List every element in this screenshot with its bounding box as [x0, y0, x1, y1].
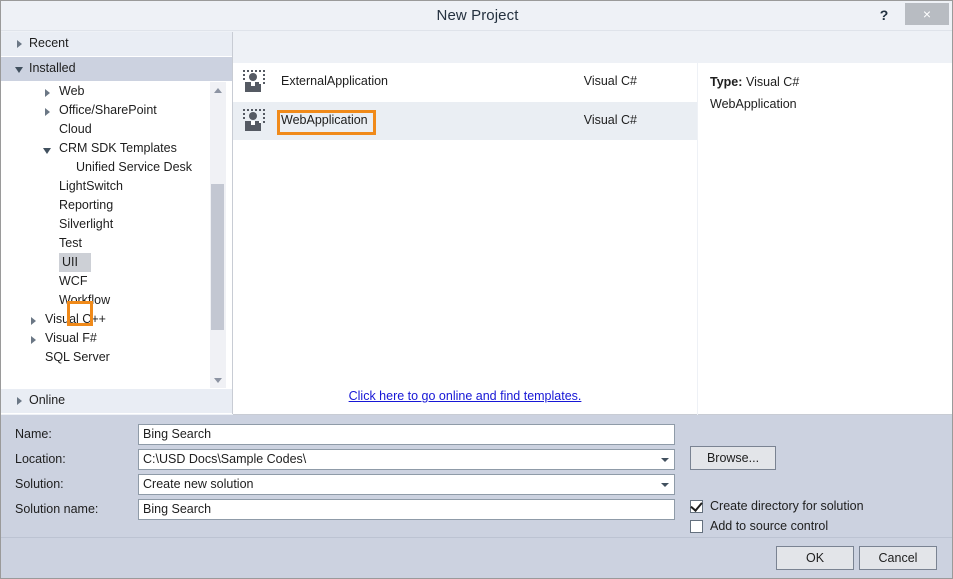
template-language: Visual C# [583, 113, 637, 127]
sidebar-group-online[interactable]: Online [1, 389, 232, 413]
chevron-right-icon [17, 40, 22, 48]
help-icon[interactable]: ? [872, 3, 896, 27]
chevron-right-icon [45, 89, 50, 97]
sidebar-item-sql-server[interactable]: SQL Server [1, 348, 217, 367]
sidebar-item-label: WCF [59, 274, 88, 288]
browse-button[interactable]: Browse... [690, 446, 776, 470]
chevron-right-icon [31, 317, 36, 325]
list-item[interactable]: WebApplication Visual C# [233, 102, 697, 140]
checkbox-box [690, 520, 703, 533]
sidebar-item-office-sharepoint[interactable]: Office/SharePoint [1, 101, 217, 120]
chevron-down-icon[interactable] [661, 458, 669, 462]
template-name: WebApplication [281, 113, 368, 127]
templates-sidebar: Recent Installed Web Office/SharePoint C… [1, 32, 233, 414]
checkbox-label: Create directory for solution [710, 499, 864, 513]
name-label: Name: [15, 427, 52, 441]
sidebar-tree: Web Office/SharePoint Cloud CRM SDK Temp… [1, 82, 232, 388]
chevron-down-icon[interactable] [661, 483, 669, 487]
sidebar-item-unified-service-desk[interactable]: Unified Service Desk [1, 158, 217, 177]
chevron-right-icon [45, 108, 50, 116]
info-type-value: Visual C# [746, 75, 800, 89]
solution-name-value: Bing Search [143, 502, 212, 516]
uii-application-icon [241, 68, 269, 96]
solution-value: Create new solution [143, 477, 254, 491]
online-templates-link[interactable]: Click here to go online and find templat… [233, 389, 697, 403]
location-label: Location: [15, 452, 66, 466]
sidebar-group-installed[interactable]: Installed [1, 57, 232, 81]
sidebar-item-label: LightSwitch [59, 179, 123, 193]
sidebar-item-cloud[interactable]: Cloud [1, 120, 217, 139]
sidebar-item-label: Cloud [59, 122, 92, 136]
location-input[interactable]: C:\USD Docs\Sample Codes\ [138, 449, 675, 470]
checkbox-box [690, 499, 703, 513]
sidebar-item-label: UII [62, 255, 78, 269]
chevron-down-icon [43, 148, 51, 154]
sidebar-item-uii[interactable]: UII [1, 253, 217, 272]
uii-application-icon [241, 107, 269, 135]
info-type-label: Type: [710, 75, 743, 89]
solution-name-label: Solution name: [15, 502, 99, 516]
sidebar-item-visual-cpp[interactable]: Visual C++ [1, 310, 217, 329]
template-language: Visual C# [583, 74, 637, 88]
sidebar-item-wcf[interactable]: WCF [1, 272, 217, 291]
sidebar-group-label: Installed [29, 61, 76, 75]
chevron-down-icon [15, 67, 23, 73]
solution-name-input[interactable]: Bing Search [138, 499, 675, 520]
sidebar-item-silverlight[interactable]: Silverlight [1, 215, 217, 234]
checkbox-label: Add to source control [710, 519, 829, 533]
sidebar-item-workflow[interactable]: Workflow [1, 291, 217, 310]
check-icon [690, 499, 703, 512]
sidebar-item-label: Web [59, 84, 85, 98]
name-value: Bing Search [143, 427, 212, 441]
template-name: ExternalApplication [281, 74, 389, 88]
template-list: ExternalApplication Visual C# WebApplica… [233, 63, 697, 415]
ok-button[interactable]: OK [776, 546, 854, 570]
sidebar-group-label: Recent [29, 36, 69, 50]
solution-label: Solution: [15, 477, 64, 491]
title-bar: New Project ? × [1, 1, 952, 31]
cancel-button[interactable]: Cancel [859, 546, 937, 570]
divider [1, 537, 952, 538]
sidebar-group-recent[interactable]: Recent [1, 32, 232, 56]
list-item[interactable]: ExternalApplication Visual C# [233, 63, 697, 101]
sidebar-item-label: Visual C++ [45, 312, 106, 326]
sidebar-item-crm-sdk-templates[interactable]: CRM SDK Templates [1, 139, 217, 158]
info-description: WebApplication [710, 97, 797, 111]
sidebar-item-lightswitch[interactable]: LightSwitch [1, 177, 217, 196]
sidebar-item-label: Silverlight [59, 217, 114, 231]
sidebar-item-label: CRM SDK Templates [59, 141, 177, 155]
close-button[interactable]: × [905, 3, 949, 25]
dialog-title: New Project [436, 7, 519, 24]
solution-dropdown[interactable]: Create new solution [138, 474, 675, 495]
chevron-right-icon [31, 336, 36, 344]
chevron-right-icon [17, 397, 22, 405]
sidebar-item-visual-fsharp[interactable]: Visual F# [1, 329, 217, 348]
new-project-dialog: New Project ? × .NET Framework 4.5 Sort … [0, 0, 953, 579]
sidebar-item-label: Workflow [59, 293, 111, 307]
sidebar-scrollbar-thumb[interactable] [211, 184, 224, 330]
sidebar-item-label: Visual F# [45, 331, 97, 345]
location-value: C:\USD Docs\Sample Codes\ [143, 452, 307, 466]
scroll-up-icon[interactable] [210, 82, 226, 98]
sidebar-item-label: Reporting [59, 198, 114, 212]
sidebar-item-label: Office/SharePoint [59, 103, 157, 117]
sidebar-item-web[interactable]: Web [1, 82, 217, 101]
sidebar-item-label: Unified Service Desk [76, 160, 193, 174]
template-info-pane: Type: Visual C# WebApplication [698, 63, 952, 415]
scroll-down-icon[interactable] [210, 372, 226, 388]
sidebar-item-test[interactable]: Test [1, 234, 217, 253]
sidebar-group-label: Online [29, 393, 66, 407]
name-input[interactable]: Bing Search [138, 424, 675, 445]
sidebar-item-label: SQL Server [45, 350, 110, 364]
sidebar-item-reporting[interactable]: Reporting [1, 196, 217, 215]
sidebar-item-label: Test [59, 236, 82, 250]
